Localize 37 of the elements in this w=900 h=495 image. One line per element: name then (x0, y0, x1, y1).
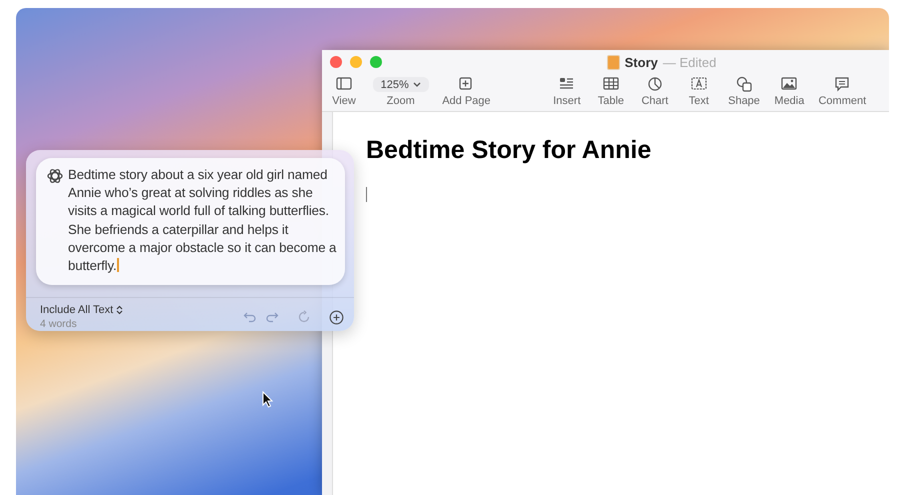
window-title: Story (624, 54, 658, 70)
document-icon (606, 54, 620, 70)
pie-chart-icon (646, 75, 664, 92)
scope-selector[interactable]: Include All Text (40, 304, 124, 316)
undo-button[interactable] (243, 310, 257, 324)
edited-status: — Edited (662, 54, 716, 70)
swirl-logo-icon (46, 167, 64, 185)
toolbar-button[interactable]: Text (684, 75, 713, 107)
chevron-down-icon (412, 82, 421, 88)
close-button[interactable] (330, 56, 342, 68)
text-box-icon (690, 75, 708, 92)
toolbar-button[interactable]: View (330, 75, 358, 107)
toolbar-button[interactable]: Comment (820, 75, 865, 107)
sidebar-icon (335, 75, 353, 92)
zoom-button[interactable] (370, 56, 382, 68)
document-heading: Bedtime Story for Annie (366, 136, 652, 165)
redo-button[interactable] (265, 310, 279, 324)
mouse-pointer-icon (262, 391, 273, 408)
toolbar-label: Zoom (386, 95, 415, 107)
image-icon (780, 75, 798, 92)
table-icon (602, 75, 620, 92)
shapes-icon (735, 75, 754, 92)
toolbar-button[interactable]: Chart (640, 75, 669, 107)
refresh-button[interactable] (297, 310, 311, 324)
add-button[interactable] (329, 310, 344, 325)
up-down-chevron-icon (116, 305, 124, 316)
comment-icon (833, 75, 852, 92)
toolbar-button[interactable]: Shape (728, 75, 760, 107)
toolbar-button[interactable]: Media (775, 75, 804, 107)
minimize-button[interactable] (350, 56, 362, 68)
toolbar-button[interactable]: Add Page (443, 75, 490, 107)
zoom-dropdown[interactable]: 125% (372, 77, 429, 92)
text-cursor (366, 187, 367, 202)
toolbar-button[interactable]: Table (596, 75, 625, 107)
prompt-text[interactable]: Bedtime story about a six year old girl named Annie who’s great at solving riddles as she visits a magical world full of talking butterflies. She befriends a caterpillar and helps it overcome a major obstacle so it can become a butterfly. (68, 166, 339, 276)
word-count: 4 words (40, 318, 78, 330)
toolbar-button[interactable]: Insert (552, 75, 581, 107)
